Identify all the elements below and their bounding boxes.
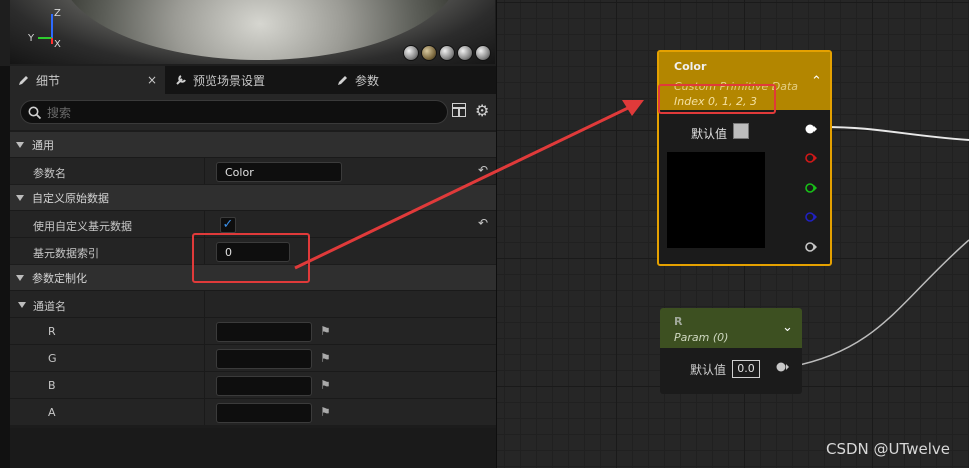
- screen: Z Y X 细节 × 预览场景设置 参数 搜索 ⚙ 通用 参数名 Color ↶…: [0, 0, 969, 468]
- watermark-text: CSDN @UTwelve: [826, 440, 950, 458]
- annotation-arrow: [294, 100, 644, 270]
